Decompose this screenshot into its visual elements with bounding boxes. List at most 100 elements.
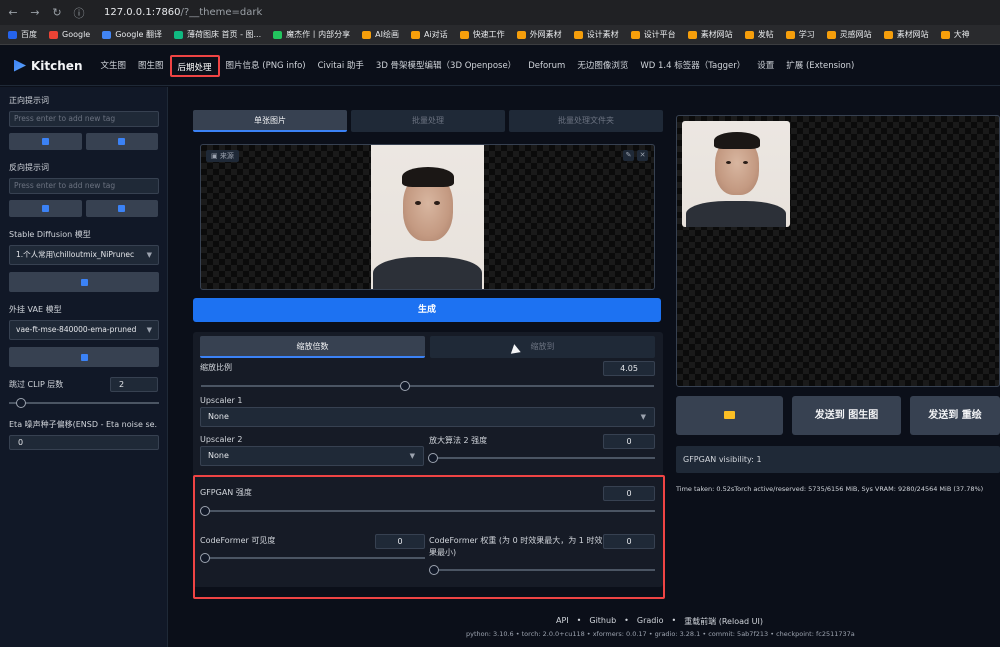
clip-skip-slider[interactable] <box>9 398 159 408</box>
neg-prompt-btn-1[interactable] <box>9 200 82 217</box>
resize-slider[interactable] <box>201 381 654 391</box>
bookmark-icon <box>273 30 283 39</box>
bookmarks-bar: 百度 Google Google 翻译 薄荷图床 首页 - 图... 魔杰作丨内部分享 A… <box>0 25 1000 45</box>
scale-tab-0[interactable]: 缩放倍数 <box>200 336 425 358</box>
bookmark-icon <box>883 30 893 39</box>
tab-2[interactable]: 后期处理 <box>169 54 220 77</box>
clip-skip-input[interactable]: 2 <box>110 377 158 392</box>
bookmark-item[interactable]: 百度 <box>8 29 37 40</box>
tab-4[interactable]: Civitai 助手 <box>312 55 370 77</box>
eta-input[interactable]: 0 <box>9 435 159 450</box>
footer-link[interactable]: Gradio <box>637 616 664 627</box>
subtab-2[interactable]: 批量处理文件夹 <box>509 110 663 132</box>
arrow-right-icon[interactable]: → <box>28 6 42 19</box>
bookmark-item[interactable]: 素材网站 <box>883 29 929 40</box>
bookmark-item[interactable]: 薄荷图床 首页 - 图... <box>173 29 261 40</box>
tab-6[interactable]: Deforum <box>522 55 571 77</box>
tab-1[interactable]: 图生图 <box>132 55 170 77</box>
open-folder-button[interactable] <box>676 396 783 435</box>
bookmark-item[interactable]: AI绘画 <box>362 29 399 40</box>
slider-thumb[interactable] <box>16 398 26 408</box>
pos-prompt-input[interactable]: Press enter to add new tag <box>9 111 159 127</box>
upscaler1-label: Upscaler 1 <box>200 396 243 405</box>
slider-thumb[interactable] <box>399 381 410 391</box>
bookmark-item[interactable]: 设计平台 <box>630 29 676 40</box>
refresh-icon <box>80 353 88 361</box>
close-icon[interactable]: ✕ <box>637 150 648 161</box>
sd-model-select[interactable]: 1.个人常用\chilloutmix_NiPrunec ▼ <box>9 245 159 265</box>
bookmark-item[interactable]: 外网素材 <box>516 29 562 40</box>
app-logo: Kitchen <box>14 59 83 73</box>
upscaler2-label: Upscaler 2 <box>200 435 243 444</box>
upscaler2-select[interactable]: None ▼ <box>200 446 424 466</box>
upscaler1-select[interactable]: None ▼ <box>200 407 655 427</box>
footer-separator: • <box>671 616 677 625</box>
send-to-img2img-button[interactable]: 发送到 图生图 <box>792 396 901 435</box>
reload-icon[interactable]: ↻ <box>50 6 64 19</box>
vae-select[interactable]: vae-ft-mse-840000-ema-pruned ▼ <box>9 320 159 340</box>
left-settings-panel: 正向提示词 Press enter to add new tag 反向提示词 P… <box>0 87 168 647</box>
source-portrait <box>371 145 484 289</box>
arrow-left-icon[interactable]: ← <box>6 6 20 19</box>
info-icon[interactable]: ⓘ <box>72 5 86 21</box>
footer-link[interactable]: Github <box>589 616 616 627</box>
result-gallery[interactable] <box>676 115 1000 387</box>
pos-prompt-label: 正向提示词 <box>9 96 49 105</box>
bookmark-item[interactable]: 魔杰作丨内部分享 <box>273 29 350 40</box>
bookmark-item[interactable]: 学习 <box>785 29 815 40</box>
bookmark-item[interactable]: 大神 <box>940 29 970 40</box>
face-restore-highlight <box>193 475 665 599</box>
pos-prompt-btn-1[interactable] <box>9 133 82 150</box>
bookmark-item[interactable]: 快速工作 <box>459 29 505 40</box>
subtab-1[interactable]: 批量处理 <box>351 110 505 132</box>
tab-7[interactable]: 无边图像浏览 <box>571 55 634 77</box>
slider-thumb[interactable] <box>428 453 438 463</box>
neg-prompt-input[interactable]: Press enter to add new tag <box>9 178 159 194</box>
bookmark-item[interactable]: 发帖 <box>744 29 774 40</box>
bookmark-icon <box>744 30 754 39</box>
subtab-0[interactable]: 单张图片 <box>193 110 347 132</box>
bookmark-item[interactable]: 素材网站 <box>687 29 733 40</box>
mouse-cursor-icon <box>509 343 521 354</box>
bookmark-item[interactable]: Ai对话 <box>410 29 448 40</box>
neg-prompt-btn-2[interactable] <box>85 200 158 217</box>
tab-5[interactable]: 3D 骨架模型编辑（3D Openpose） <box>370 55 522 77</box>
bookmark-icon <box>573 30 583 39</box>
tab-9[interactable]: 设置 <box>751 55 780 77</box>
upscaler2-visibility-slider[interactable] <box>428 453 655 463</box>
vae-refresh-button[interactable] <box>9 347 159 367</box>
tab-8[interactable]: WD 1.4 标签器（Tagger） <box>634 55 751 77</box>
footer-version-info: python: 3.10.6 • torch: 2.0.0+cu118 • xf… <box>466 630 855 638</box>
tool-icon <box>41 205 49 212</box>
bookmark-icon <box>362 30 372 39</box>
bookmark-icon <box>785 30 795 39</box>
bookmark-item[interactable]: 灵感网站 <box>826 29 872 40</box>
bookmark-item[interactable]: Google 翻译 <box>102 29 162 40</box>
bookmark-icon <box>410 30 420 39</box>
sd-model-refresh-button[interactable] <box>9 272 159 292</box>
tab-3[interactable]: 图片信息 (PNG info) <box>220 55 312 77</box>
url-field[interactable]: 127.0.0.1:7860/?__theme=dark <box>104 7 262 18</box>
generate-button[interactable]: 生成 <box>193 298 661 322</box>
edit-icon[interactable]: ✎ <box>623 150 634 161</box>
upscaler2-visibility-label: 放大算法 2 强度 <box>429 436 488 445</box>
footer-separator: • <box>576 616 582 625</box>
tab-10[interactable]: 扩展 (Extension) <box>780 55 860 77</box>
kitchen-logo-icon <box>14 59 26 72</box>
resize-input[interactable]: 4.05 <box>603 361 655 376</box>
result-thumbnail[interactable] <box>682 121 790 227</box>
pos-prompt-btn-2[interactable] <box>85 133 158 150</box>
app-logo-text: Kitchen <box>31 58 83 73</box>
upscaler2-visibility-input[interactable]: 0 <box>603 434 655 449</box>
bookmark-icon <box>826 30 836 39</box>
footer-links: API • Github • Gradio • 重载前端 (Reload UI) <box>556 616 763 627</box>
footer-link[interactable]: 重载前端 (Reload UI) <box>684 616 763 627</box>
bookmark-item[interactable]: 设计素材 <box>573 29 619 40</box>
footer-link[interactable]: API <box>556 616 569 627</box>
bookmark-item[interactable]: Google <box>49 30 90 39</box>
tab-0[interactable]: 文生图 <box>95 55 133 77</box>
send-to-inpaint-button[interactable]: 发送到 重绘 <box>910 396 1000 435</box>
scale-tab-1[interactable]: 缩放到 <box>430 336 655 358</box>
source-image-area[interactable]: ▣ 来源 ✎ ✕ <box>200 144 655 290</box>
bookmark-icon <box>459 30 469 39</box>
